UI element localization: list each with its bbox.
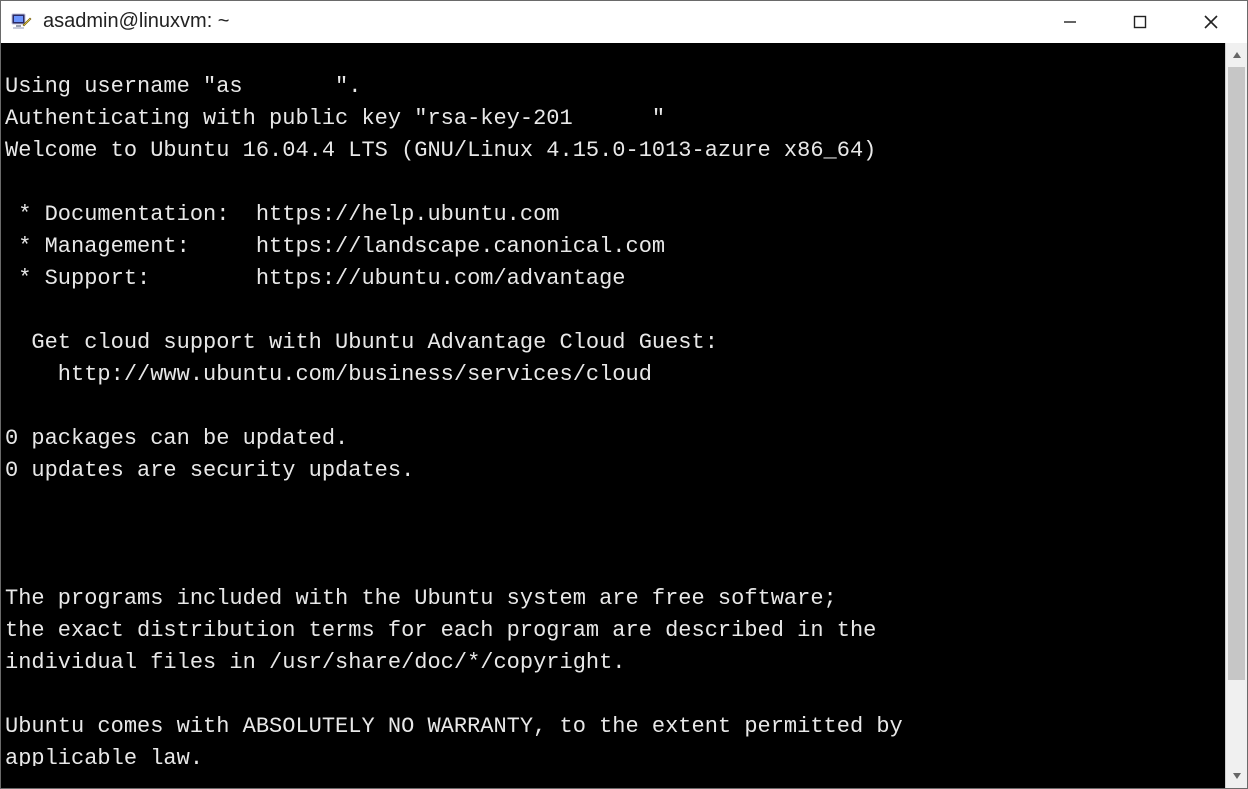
scroll-down-button[interactable] xyxy=(1226,764,1247,788)
window-title: asadmin@linuxvm: ~ xyxy=(43,10,229,33)
scroll-thumb[interactable] xyxy=(1228,67,1245,680)
scroll-up-button[interactable] xyxy=(1226,43,1247,67)
client-area: Using username "as ". Authenticating wit… xyxy=(1,43,1247,788)
putty-icon xyxy=(9,10,33,34)
minimize-button[interactable] xyxy=(1035,1,1105,43)
maximize-button[interactable] xyxy=(1105,1,1175,43)
app-window: asadmin@linuxvm: ~ Using username "as ".… xyxy=(0,0,1248,789)
terminal-output[interactable]: Using username "as ". Authenticating wit… xyxy=(1,65,1225,766)
titlebar[interactable]: asadmin@linuxvm: ~ xyxy=(1,1,1247,43)
close-button[interactable] xyxy=(1175,1,1247,43)
vertical-scrollbar[interactable] xyxy=(1225,43,1247,788)
scroll-track[interactable] xyxy=(1226,67,1247,764)
window-controls xyxy=(1035,1,1247,43)
